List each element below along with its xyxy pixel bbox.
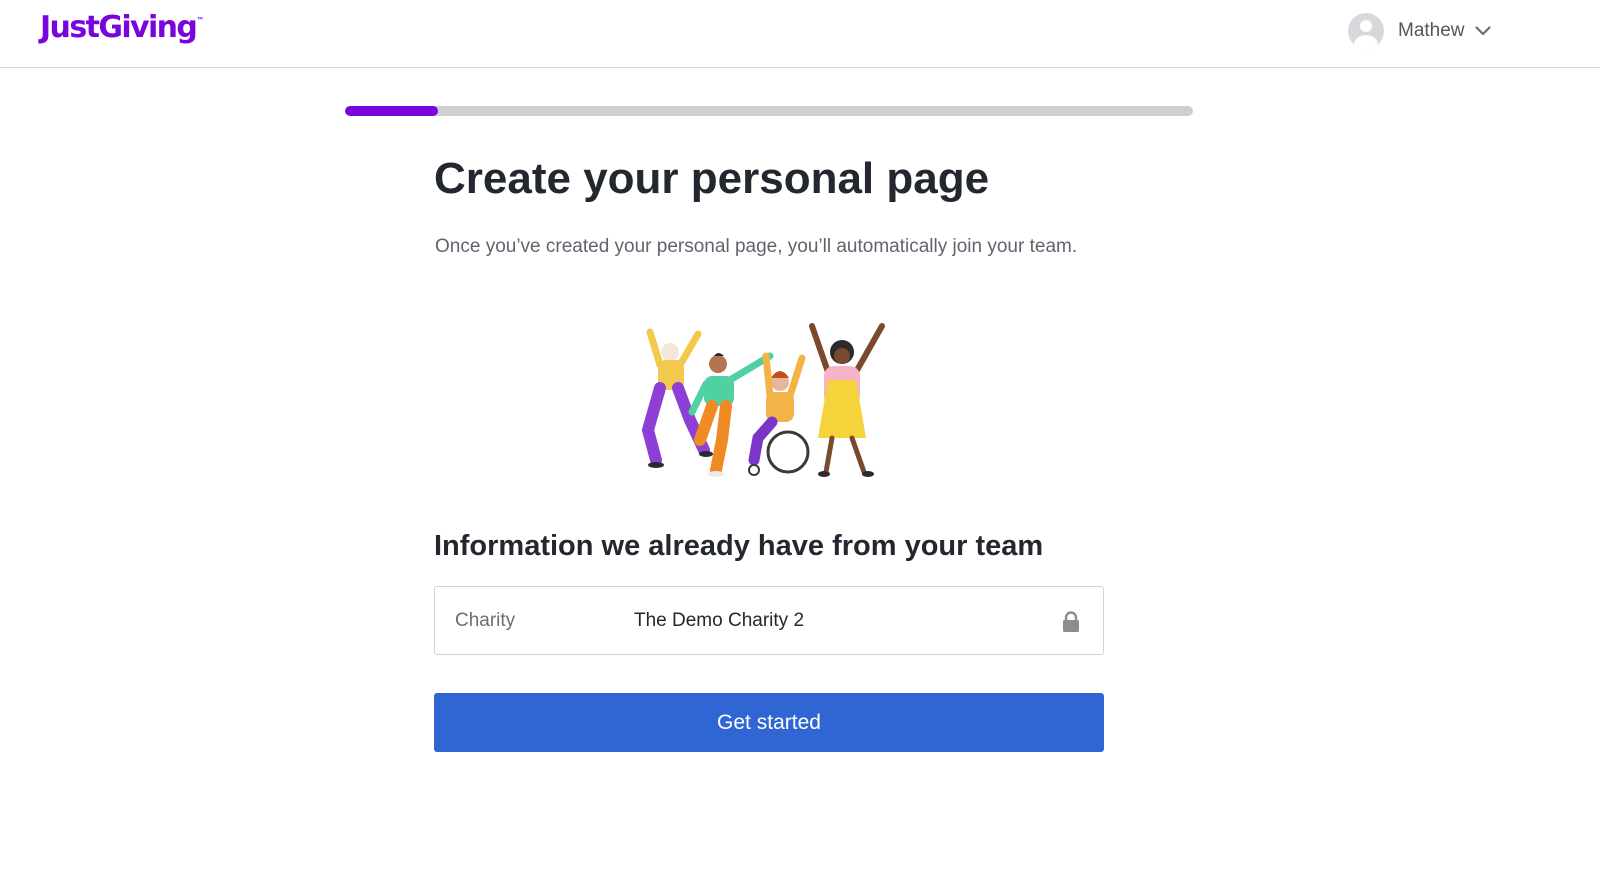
user-menu[interactable]: Mathew [1348, 13, 1491, 49]
progress-bar [345, 106, 1193, 116]
charity-label: Charity [455, 610, 516, 631]
chevron-down-icon [1474, 26, 1491, 36]
top-navigation-bar: JustGiving™ Mathew [0, 0, 1600, 68]
justgiving-logo[interactable]: JustGiving™ [40, 10, 204, 45]
page-subtitle: Once you’ve created your personal page, … [435, 236, 1078, 257]
page-title: Create your personal page [434, 154, 990, 203]
celebrating-people-illustration [641, 323, 885, 477]
user-name: Mathew [1398, 20, 1465, 41]
person-wheelchair [748, 352, 810, 476]
lock-icon [1063, 611, 1079, 632]
person-yellow-dress [809, 323, 885, 477]
user-avatar-icon [1348, 13, 1384, 49]
progress-bar-fill [345, 106, 439, 116]
charity-info-field: Charity The Demo Charity 2 [434, 586, 1104, 655]
get-started-button[interactable]: Get started [434, 693, 1104, 752]
logo-trademark: ™ [196, 16, 205, 25]
section-heading: Information we already have from your te… [434, 530, 1044, 562]
charity-value: The Demo Charity 2 [634, 610, 805, 631]
logo-text: JustGiving [40, 10, 198, 45]
person-yellow-purple [641, 328, 713, 468]
